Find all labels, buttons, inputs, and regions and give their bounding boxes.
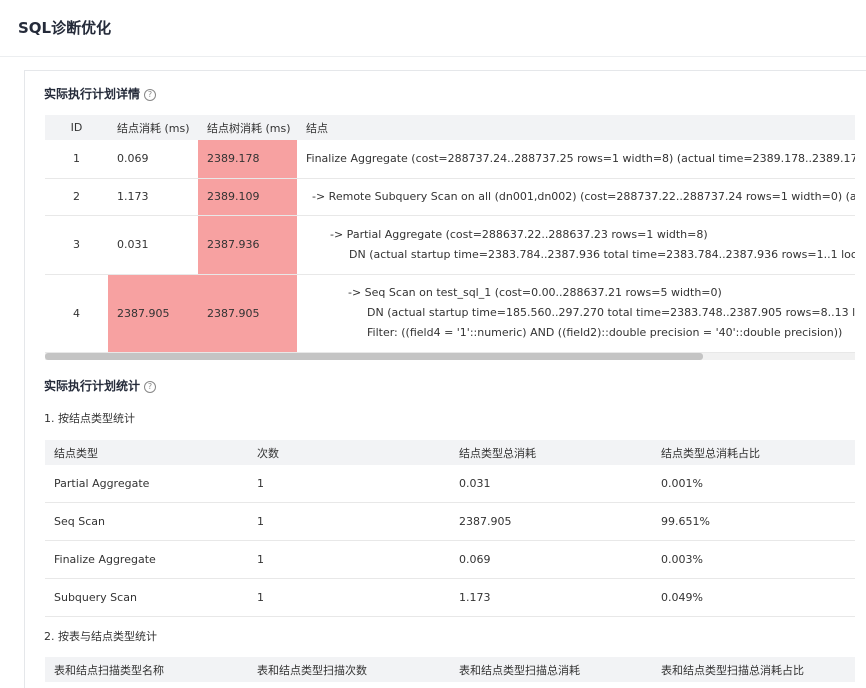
table-row[interactable]: 3 0.031 2387.936 -> Partial Aggregate (c…: [45, 215, 855, 275]
plan-stats-title: 实际执行计划统计?: [44, 377, 157, 394]
row-id: 4: [45, 274, 108, 353]
plan-detail-title: 实际执行计划详情?: [44, 85, 157, 102]
plan-line: Finalize Aggregate (cost=288737.24..2887…: [306, 151, 855, 165]
col-tree-cost[interactable]: 结点树消耗 (ms): [198, 115, 297, 140]
plan-line: DN (actual startup time=185.560..297.270…: [367, 306, 855, 319]
row-tree-cost: 2387.905: [198, 274, 297, 353]
by-table-node-type-title: 2. 按表与结点类型统计: [44, 630, 157, 643]
plan-line: -> Seq Scan on test_sql_1 (cost=0.00..28…: [348, 286, 722, 299]
row-node: -> Seq Scan on test_sql_1 (cost=0.00..28…: [297, 274, 855, 353]
horizontal-scrollbar[interactable]: [45, 353, 855, 360]
plan-line: -> Partial Aggregate (cost=288637.22..28…: [330, 227, 708, 241]
page-header: SQL诊断优化: [0, 0, 866, 57]
table-row[interactable]: Subquery Scan 1 1.173 0.049%: [45, 578, 855, 617]
cell-total-cost: 0.031: [450, 465, 652, 503]
help-icon[interactable]: ?: [144, 380, 157, 393]
row-id: 1: [45, 140, 108, 179]
col-type-cost-ratio[interactable]: 结点类型总消耗占比: [652, 440, 855, 465]
table-node-type-header-row: 表和结点扫描类型名称 表和结点类型扫描次数 表和结点类型扫描总消耗 表和结点类型…: [45, 657, 855, 682]
page-title: SQL诊断优化: [18, 19, 112, 37]
col-type-total-cost[interactable]: 结点类型总消耗: [450, 440, 652, 465]
row-id: 2: [45, 178, 108, 216]
node-type-table: 结点类型 次数 结点类型总消耗 结点类型总消耗占比 Partial Aggreg…: [45, 440, 855, 617]
col-node[interactable]: 结点: [297, 115, 855, 140]
cell-node-type: Finalize Aggregate: [45, 540, 248, 579]
cell-total-cost: 0.069: [450, 540, 652, 579]
row-id: 3: [45, 215, 108, 275]
row-node-cost: 2387.905: [108, 274, 198, 353]
row-tree-cost: 2389.178: [198, 140, 297, 179]
plan-detail-table: ID 结点消耗 (ms) 结点树消耗 (ms) 结点 1 0.069 2389.…: [45, 115, 855, 353]
row-node: -> Partial Aggregate (cost=288637.22..28…: [297, 215, 855, 275]
table-row[interactable]: Partial Aggregate 1 0.031 0.001%: [45, 465, 855, 503]
by-node-type-title: 1. 按结点类型统计: [44, 412, 135, 425]
col-count[interactable]: 次数: [248, 440, 450, 465]
cell-count: 1: [248, 502, 450, 541]
row-node-cost: 1.173: [108, 178, 198, 216]
cell-total-cost: 2387.905: [450, 502, 652, 541]
row-node: -> Remote Subquery Scan on all (dn001,dn…: [297, 178, 855, 216]
cell-count: 1: [248, 465, 450, 503]
plan-detail-title-text: 实际执行计划详情: [44, 87, 141, 101]
col-node-type[interactable]: 结点类型: [45, 440, 248, 465]
plan-line: -> Remote Subquery Scan on all (dn001,dn…: [312, 189, 855, 203]
cell-cost-ratio: 0.003%: [652, 540, 855, 579]
cell-cost-ratio: 0.001%: [652, 465, 855, 503]
cell-cost-ratio: 0.049%: [652, 578, 855, 617]
plan-line: DN (actual startup time=2383.784..2387.9…: [349, 247, 855, 261]
scrollbar-thumb[interactable]: [45, 353, 703, 360]
table-node-type-table: 表和结点扫描类型名称 表和结点类型扫描次数 表和结点类型扫描总消耗 表和结点类型…: [45, 657, 855, 682]
plan-line: Filter: ((field4 = '1'::numeric) AND ((f…: [367, 326, 843, 339]
col-table-node-type-name[interactable]: 表和结点扫描类型名称: [45, 657, 248, 682]
cell-node-type: Subquery Scan: [45, 578, 248, 617]
table-row[interactable]: 4 2387.905 2387.905 -> Seq Scan on test_…: [45, 274, 855, 353]
cell-count: 1: [248, 540, 450, 579]
cell-node-type: Partial Aggregate: [45, 465, 248, 503]
table-row[interactable]: Seq Scan 1 2387.905 99.651%: [45, 502, 855, 541]
col-table-node-type-cost-ratio[interactable]: 表和结点类型扫描总消耗占比: [652, 657, 855, 682]
plan-detail-header-row: ID 结点消耗 (ms) 结点树消耗 (ms) 结点: [45, 115, 855, 140]
table-row[interactable]: Finalize Aggregate 1 0.069 0.003%: [45, 540, 855, 579]
row-node-cost: 0.069: [108, 140, 198, 179]
row-node-cost: 0.031: [108, 215, 198, 275]
col-table-node-type-count[interactable]: 表和结点类型扫描次数: [248, 657, 450, 682]
row-tree-cost: 2387.936: [198, 215, 297, 275]
col-id[interactable]: ID: [45, 115, 108, 140]
row-tree-cost: 2389.109: [198, 178, 297, 216]
cell-total-cost: 1.173: [450, 578, 652, 617]
help-icon[interactable]: ?: [144, 88, 157, 101]
plan-stats-title-text: 实际执行计划统计: [44, 379, 141, 393]
col-table-node-type-total-cost[interactable]: 表和结点类型扫描总消耗: [450, 657, 652, 682]
col-node-cost[interactable]: 结点消耗 (ms): [108, 115, 198, 140]
cell-cost-ratio: 99.651%: [652, 502, 855, 541]
node-type-header-row: 结点类型 次数 结点类型总消耗 结点类型总消耗占比: [45, 440, 855, 465]
table-row[interactable]: 1 0.069 2389.178 Finalize Aggregate (cos…: [45, 140, 855, 179]
row-node: Finalize Aggregate (cost=288737.24..2887…: [297, 140, 855, 179]
cell-count: 1: [248, 578, 450, 617]
cell-node-type: Seq Scan: [45, 502, 248, 541]
table-row[interactable]: 2 1.173 2389.109 -> Remote Subquery Scan…: [45, 178, 855, 216]
